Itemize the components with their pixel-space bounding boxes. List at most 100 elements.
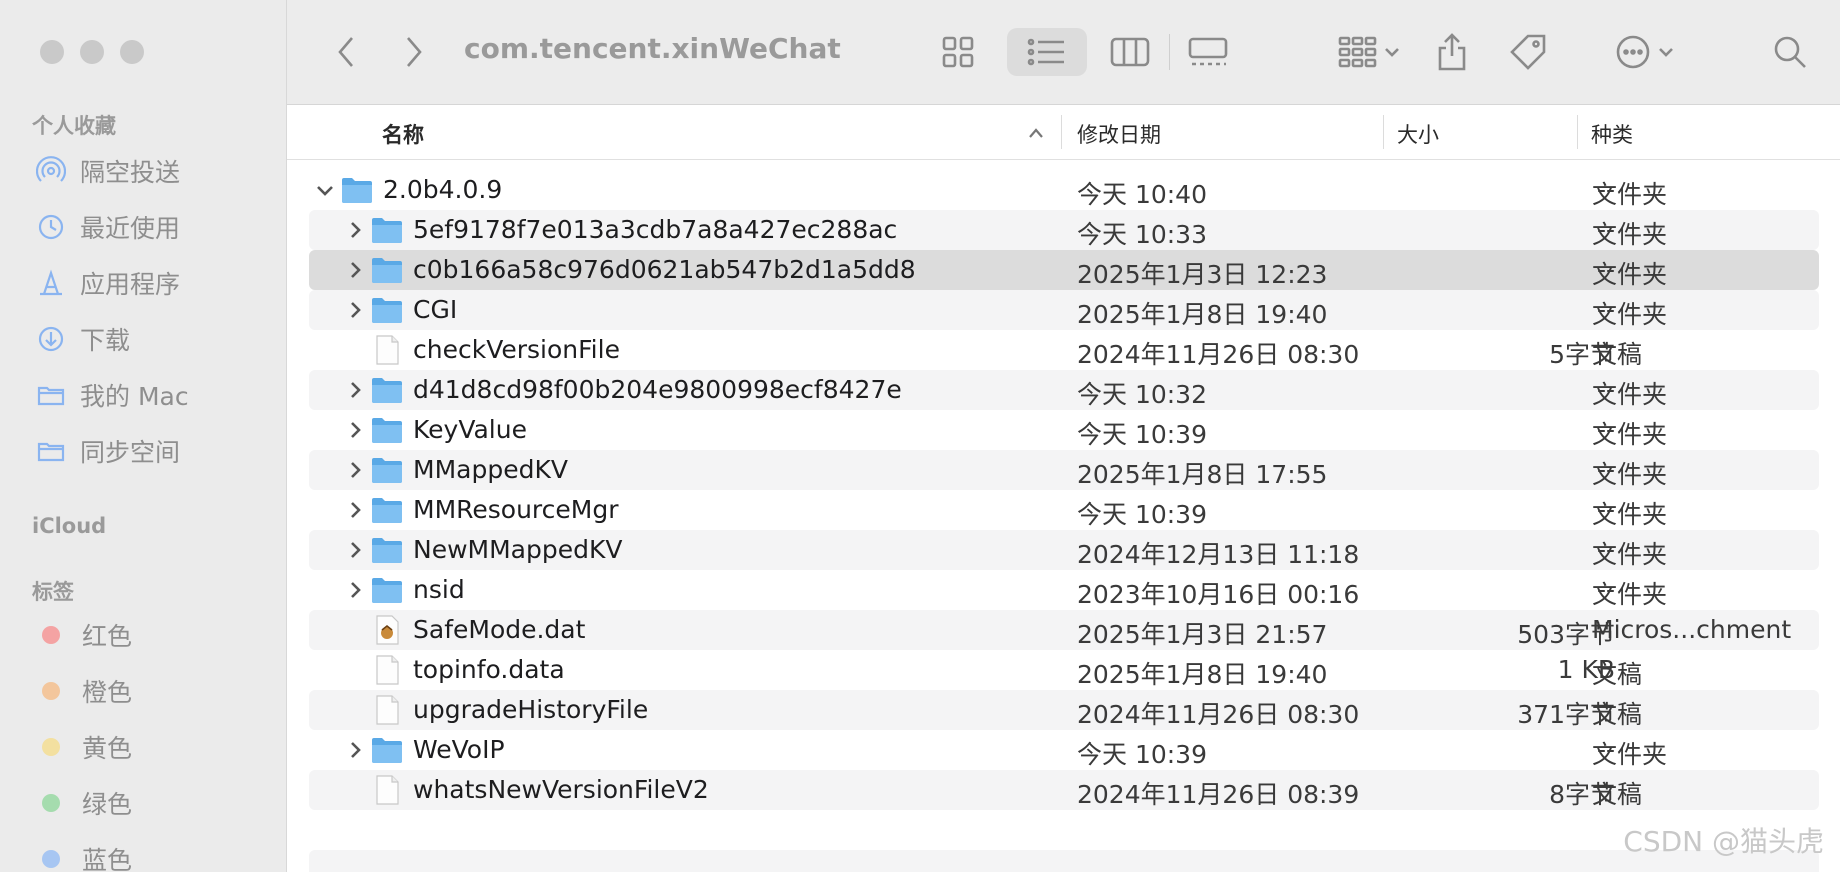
share-icon	[1438, 33, 1466, 71]
item-date: 今天 10:40	[1077, 180, 1207, 209]
disclosure-chevron-right-icon[interactable]	[343, 538, 367, 562]
chevron-down-icon	[1385, 48, 1399, 57]
disclosure-chevron-right-icon[interactable]	[343, 738, 367, 762]
folder-row[interactable]: KeyValue 今天 10:39 -- 文件夹	[309, 410, 1819, 450]
column-header-name[interactable]: 名称	[382, 119, 424, 149]
file-row[interactable]: whatsNewVersionFileV2 2024年11月26日 08:39 8字…	[309, 770, 1819, 810]
column-header-size[interactable]: 大小	[1397, 119, 1439, 149]
item-kind: 文件夹	[1592, 300, 1668, 329]
list-view-button[interactable]	[1007, 28, 1087, 76]
sidebar-item[interactable]: 我的 Mac	[36, 375, 189, 415]
folder-row[interactable]: 5ef9178f7e013a3cdb7a8a427ec288ac 今天 10:33…	[309, 210, 1819, 250]
sidebar-item-label: 同步空间	[80, 438, 181, 467]
column-separator[interactable]	[1577, 115, 1578, 149]
sidebar-tag[interactable]: 红色	[36, 615, 132, 655]
item-date: 2025年1月8日 19:40	[1077, 660, 1328, 689]
forward-button[interactable]	[399, 28, 429, 76]
tags-button[interactable]	[1503, 28, 1553, 76]
folder-icon	[371, 415, 403, 445]
back-button[interactable]	[331, 28, 361, 76]
sidebar-tag[interactable]: 蓝色	[36, 839, 132, 879]
item-kind: 文件夹	[1592, 500, 1668, 529]
folder-row[interactable]: MMResourceMgr 今天 10:39 -- 文件夹	[309, 490, 1819, 530]
item-date: 2025年1月3日 12:23	[1077, 260, 1328, 289]
empty-row	[309, 850, 1819, 872]
item-date: 2023年10月16日 00:16	[1077, 580, 1360, 609]
group-by-button[interactable]	[1329, 28, 1409, 76]
disclosure-chevron-right-icon[interactable]	[343, 258, 367, 282]
disclosure-chevron-right-icon[interactable]	[343, 578, 367, 602]
folder-icon	[371, 255, 403, 285]
sidebar-tag-label: 红色	[82, 622, 133, 651]
tag-color-dot	[42, 682, 60, 700]
sidebar-item-label: 最近使用	[80, 214, 181, 243]
icloud-section-title[interactable]: iCloud	[32, 514, 106, 538]
item-name: WeVoIP	[413, 735, 505, 764]
sidebar-item[interactable]: 隔空投送	[36, 151, 180, 191]
window-title: com.tencent.xinWeChat	[464, 32, 841, 65]
search-icon	[1774, 36, 1806, 68]
sidebar-tag-label: 绿色	[82, 790, 133, 819]
item-kind: 文稿	[1592, 660, 1643, 689]
column-separator[interactable]	[1061, 115, 1062, 149]
download-icon	[36, 324, 66, 354]
folder-row[interactable]: 2.0b4.0.9 今天 10:40 -- 文件夹	[309, 170, 1819, 210]
folder-row[interactable]: WeVoIP 今天 10:39 -- 文件夹	[309, 730, 1819, 770]
minimize-window-button[interactable]	[80, 40, 104, 64]
sidebar-tag[interactable]: 橙色	[36, 671, 132, 711]
sidebar-item[interactable]: 应用程序	[36, 263, 180, 303]
sidebar-tag[interactable]: 绿色	[36, 783, 132, 823]
folder-row[interactable]: c0b166a58c976d0621ab547b2d1a5dd8 2025年1月3…	[309, 250, 1819, 290]
item-name: checkVersionFile	[413, 335, 620, 364]
item-date: 2025年1月8日 19:40	[1077, 300, 1328, 329]
item-kind: 文件夹	[1592, 220, 1668, 249]
sidebar-item[interactable]: 下载	[36, 319, 130, 359]
more-actions-button[interactable]	[1605, 28, 1685, 76]
icon-view-button[interactable]	[933, 28, 983, 76]
search-button[interactable]	[1765, 28, 1815, 76]
item-kind: 文稿	[1592, 780, 1643, 809]
sidebar-item-label: 隔空投送	[80, 158, 181, 187]
column-header: 名称 修改日期 大小 种类	[287, 105, 1840, 160]
item-date: 2024年11月26日 08:30	[1077, 340, 1360, 369]
disclosure-chevron-right-icon[interactable]	[343, 458, 367, 482]
column-view-button[interactable]	[1105, 28, 1155, 76]
column-separator[interactable]	[1383, 115, 1384, 149]
share-button[interactable]	[1427, 28, 1477, 76]
sidebar-tag-label: 橙色	[82, 678, 133, 707]
item-name: whatsNewVersionFileV2	[413, 775, 709, 804]
disclosure-chevron-right-icon[interactable]	[343, 378, 367, 402]
column-header-kind[interactable]: 种类	[1591, 119, 1633, 149]
folder-row[interactable]: d41d8cd98f00b204e9800998ecf8427e 今天 10:32…	[309, 370, 1819, 410]
sidebar-item[interactable]: 同步空间	[36, 431, 180, 471]
clock-icon	[36, 212, 66, 242]
disclosure-chevron-down-icon[interactable]	[313, 178, 337, 202]
sidebar-item[interactable]: 最近使用	[36, 207, 180, 247]
close-window-button[interactable]	[40, 40, 64, 64]
disclosure-chevron-right-icon[interactable]	[343, 298, 367, 322]
folder-row[interactable]: MMappedKV 2025年1月8日 17:55 -- 文件夹	[309, 450, 1819, 490]
column-header-date[interactable]: 修改日期	[1077, 119, 1161, 149]
file-row[interactable]: topinfo.data 2025年1月8日 19:40 1 KB 文稿	[309, 650, 1819, 690]
disclosure-chevron-right-icon[interactable]	[343, 218, 367, 242]
file-row[interactable]: upgradeHistoryFile 2024年11月26日 08:30 371字节…	[309, 690, 1819, 730]
item-kind: 文件夹	[1592, 460, 1668, 489]
favorites-section-title: 个人收藏	[32, 114, 116, 138]
disclosure-chevron-right-icon[interactable]	[343, 418, 367, 442]
toolbar-divider	[1169, 34, 1170, 70]
folder-row[interactable]: NewMMappedKV 2024年12月13日 11:18 -- 文件夹	[309, 530, 1819, 570]
file-row[interactable]: SafeMode.dat 2025年1月3日 21:57 503字节 Micros..…	[309, 610, 1819, 650]
item-kind: 文件夹	[1592, 740, 1668, 769]
folder-row[interactable]: nsid 2023年10月16日 00:16 -- 文件夹	[309, 570, 1819, 610]
item-date: 2024年12月13日 11:18	[1077, 540, 1360, 569]
ellipsis-circle-icon	[1616, 35, 1650, 69]
applications-icon	[36, 268, 66, 298]
zoom-window-button[interactable]	[120, 40, 144, 64]
disclosure-chevron-right-icon[interactable]	[343, 498, 367, 522]
item-name: CGI	[413, 295, 458, 324]
sidebar-tag[interactable]: 黄色	[36, 727, 132, 767]
gallery-view-button[interactable]	[1183, 28, 1233, 76]
file-row[interactable]: checkVersionFile 2024年11月26日 08:30 5字节 文稿	[309, 330, 1819, 370]
folder-row[interactable]: CGI 2025年1月8日 19:40 -- 文件夹	[309, 290, 1819, 330]
folder-icon	[371, 495, 403, 525]
